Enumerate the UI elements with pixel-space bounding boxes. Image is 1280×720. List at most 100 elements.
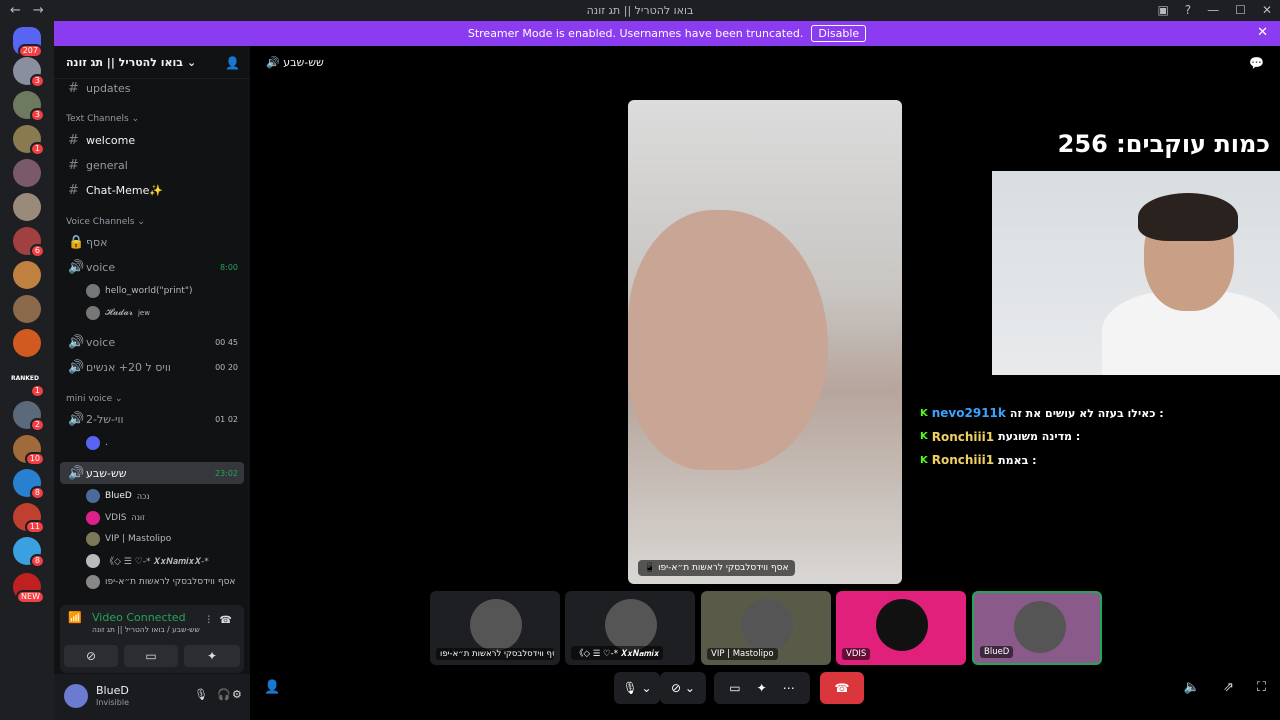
participant-tile[interactable]: 《◇ ☰ ♡-* 𝑿𝒙𝑵𝒂𝒎𝒊𝒙 bbox=[565, 591, 695, 665]
server-icon[interactable] bbox=[13, 193, 41, 221]
participant-tile[interactable]: אסף ווידסלבסקי לראשות ת״א-יפו bbox=[430, 591, 560, 665]
server-icon[interactable]: 1 bbox=[13, 125, 45, 156]
server-badge: 11 bbox=[24, 520, 45, 534]
speaker-icon: 🔊 bbox=[68, 465, 85, 481]
category-mini[interactable]: mini voice ⌄ bbox=[66, 394, 123, 404]
voice-user[interactable]: VDIS זונה bbox=[86, 508, 145, 528]
participant-tile[interactable]: VIP | Mastolipo bbox=[701, 591, 831, 665]
channel-welcome[interactable]: # welcome bbox=[60, 129, 244, 151]
mic-button[interactable]: 🎙 ⌄ bbox=[614, 672, 660, 704]
close-icon[interactable]: ✕ bbox=[1257, 25, 1268, 40]
close-button[interactable]: ✕ bbox=[1262, 3, 1272, 17]
maximize-button[interactable]: ☐ bbox=[1235, 3, 1246, 17]
server-icon[interactable]: 6 bbox=[13, 227, 45, 258]
voice-user[interactable]: 《◇ ☰ ♡-* 𝑿𝒙𝑵𝒂𝒎𝒊𝒙𝑿-* bbox=[86, 551, 209, 571]
activities-icon[interactable]: ✦ bbox=[757, 681, 767, 695]
category-text[interactable]: Text Channels ⌄ bbox=[66, 114, 139, 124]
server-header[interactable]: בואו להטריל || תג זונה ⌄ 👤 bbox=[54, 46, 250, 79]
user-name: 《◇ ☰ ♡-* 𝑿𝒙𝑵𝒂𝒎𝒊𝒙𝑿-* bbox=[105, 557, 209, 567]
stage-header: 🔊 שש-שבע bbox=[266, 56, 324, 69]
server-icon[interactable] bbox=[13, 329, 41, 357]
user-name: . bbox=[105, 438, 108, 448]
avatar bbox=[1014, 601, 1066, 653]
inbox-icon[interactable]: ▣ bbox=[1157, 3, 1168, 17]
camera-button[interactable]: ⊘ ⌄ bbox=[660, 672, 706, 704]
voice-channel[interactable]: 🔊 וויס ל 20+ אנשים 00 20 bbox=[60, 356, 244, 378]
fullscreen-icon[interactable]: ⛶ bbox=[1257, 680, 1266, 695]
channel-label: שש-שבע bbox=[86, 466, 127, 480]
user-tag: jew bbox=[137, 309, 150, 317]
add-user-icon[interactable]: 👤 bbox=[225, 56, 240, 70]
speaker-icon: 🔊 bbox=[266, 56, 280, 69]
main-video[interactable]: 📱 אסף ווידסלבסקי לראשות ת״א-יפו bbox=[628, 100, 902, 584]
home-button[interactable]: 207 bbox=[13, 27, 43, 58]
voice-user[interactable]: . bbox=[86, 433, 108, 453]
activities-button[interactable]: ✦ bbox=[184, 645, 240, 667]
voice-channel[interactable]: 🔊 ווי-של-2 01 02 bbox=[60, 408, 244, 430]
server-badge: 3 bbox=[29, 74, 45, 88]
help-icon[interactable]: ? bbox=[1185, 3, 1191, 17]
connection-location[interactable]: שש-שבע / בואו להטריל || תג זונה bbox=[92, 625, 200, 634]
avatar bbox=[876, 599, 928, 651]
server-icon[interactable] bbox=[13, 261, 41, 289]
hash-icon: # bbox=[68, 157, 79, 173]
server-icon[interactable]: 3 bbox=[13, 57, 45, 88]
streamer-mode-banner: Streamer Mode is enabled. Usernames have… bbox=[54, 21, 1280, 46]
category-label: mini voice bbox=[66, 394, 113, 404]
channel-updates[interactable]: # updates bbox=[60, 77, 244, 99]
channel-general[interactable]: # general bbox=[60, 154, 244, 176]
leave-call-button[interactable]: ☎ bbox=[820, 672, 864, 704]
participant-tile[interactable]: BlueD bbox=[972, 591, 1102, 665]
camera-off-button[interactable]: ⊘ bbox=[64, 645, 118, 667]
popout-icon[interactable]: ⇗ bbox=[1223, 680, 1234, 695]
server-icon[interactable] bbox=[13, 159, 41, 187]
screen-share-button[interactable]: ▭ bbox=[124, 645, 178, 667]
participant-tile[interactable]: VDIS bbox=[836, 591, 966, 665]
server-icon[interactable]: 3 bbox=[13, 91, 45, 122]
channel-chat-meme[interactable]: # Chat-Meme✨ bbox=[60, 179, 244, 201]
server-icon[interactable]: 8 bbox=[13, 469, 45, 500]
volume-icon[interactable]: 🔈 bbox=[1184, 680, 1200, 695]
avatar bbox=[470, 599, 522, 651]
category-voice[interactable]: Voice Channels ⌄ bbox=[66, 217, 145, 227]
user-tag: זונה bbox=[131, 513, 145, 522]
chat-bubble-icon[interactable]: 💬 bbox=[1249, 56, 1264, 70]
avatar[interactable] bbox=[64, 684, 88, 708]
headphones-icon[interactable]: 🎧 bbox=[217, 688, 231, 701]
server-badge: 8 bbox=[29, 554, 45, 568]
user-name: BlueD bbox=[96, 684, 129, 697]
screen-share-icon[interactable]: ▭ bbox=[729, 681, 740, 695]
server-icon[interactable]: 8 bbox=[13, 537, 45, 568]
voice-channel-active[interactable]: 🔊 שש-שבע 23:02 bbox=[60, 462, 244, 484]
voice-user[interactable]: VIP | Mastolipo bbox=[86, 529, 171, 549]
user-name: hello_world("print") bbox=[105, 286, 193, 296]
noise-icon[interactable]: ⫶ bbox=[208, 615, 211, 626]
channel-timer: 23:02 bbox=[214, 468, 238, 478]
gear-icon[interactable]: ⚙ bbox=[232, 688, 242, 701]
minimize-button[interactable]: — bbox=[1207, 3, 1219, 17]
channel-timer: 8:00 bbox=[220, 262, 238, 272]
channel-asaf[interactable]: 🔒 אסף bbox=[60, 231, 244, 253]
voice-user[interactable]: אסף ווידסלבסקי לראשות ת״א-יפו bbox=[86, 572, 235, 592]
mic-icon[interactable]: 🎙 bbox=[194, 688, 208, 701]
server-icon[interactable]: RANKED 1 bbox=[11, 367, 45, 398]
server-badge: 2 bbox=[29, 418, 45, 432]
server-icon[interactable]: 10 bbox=[13, 435, 45, 466]
server-icon[interactable]: NEW bbox=[13, 573, 45, 604]
server-icon[interactable] bbox=[13, 295, 41, 323]
voice-channel[interactable]: 🔊 voice 8:00 bbox=[60, 256, 244, 278]
home-badge: 207 bbox=[17, 44, 43, 58]
server-icon[interactable]: 2 bbox=[13, 401, 45, 432]
window-title: בואו להטריל || תג זונה bbox=[586, 4, 694, 17]
invite-icon[interactable]: 👤 bbox=[264, 680, 280, 695]
voice-user[interactable]: 𝓗𝓪𝓭𝓪𝓻 jew bbox=[86, 303, 150, 323]
disable-button[interactable]: Disable bbox=[811, 25, 867, 42]
server-icon[interactable]: 11 bbox=[13, 503, 45, 534]
more-icon[interactable]: ⋯ bbox=[783, 681, 795, 695]
voice-user[interactable]: BlueD נכה bbox=[86, 486, 150, 506]
disconnect-icon[interactable]: ☎ bbox=[220, 615, 232, 626]
chevron-down-icon: ⌄ bbox=[186, 55, 197, 69]
voice-user[interactable]: hello_world("print") bbox=[86, 281, 192, 301]
server-badge: 6 bbox=[29, 244, 45, 258]
voice-channel[interactable]: 🔊 voice 00 45 bbox=[60, 331, 244, 353]
